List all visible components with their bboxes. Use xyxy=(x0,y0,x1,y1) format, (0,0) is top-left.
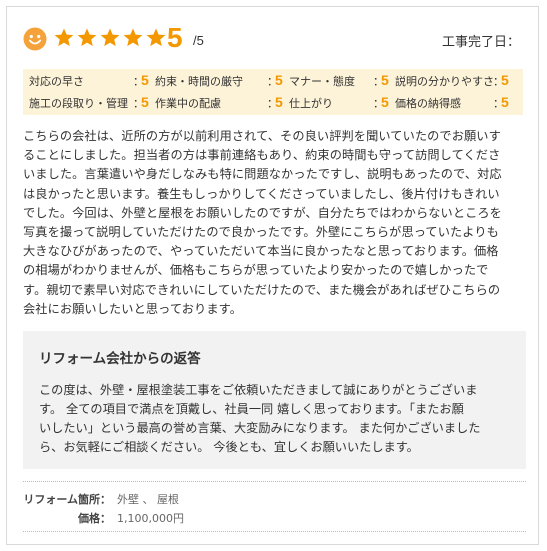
review-text-line: いました。言葉遣いや身だしなみも特に問題なかったですし、説明もあったので、対応 xyxy=(23,167,502,182)
reply-text-line: この度は、外壁・屋根塗装工事をご依頼いただきまして誠にありがとうございま xyxy=(39,383,478,397)
rating-item: 説明の分かりやすさ： 5 xyxy=(395,72,515,90)
category-ratings: 対応の早さ： 5 約束・時間の厳守： 5 マナー・態度： 5 説明の分かりやすさ： 5 施工の段… xyxy=(23,69,523,115)
overall-score-max: /5 xyxy=(193,33,204,48)
rating-item: 価格の納得感 ： 5 xyxy=(395,94,515,112)
rating-item: 対応の早さ ： 5 xyxy=(29,72,155,90)
reply-title: リフォーム会社からの返答 xyxy=(39,351,201,367)
rating-label: 対応の早さ xyxy=(29,75,84,88)
rating-item: 約束・時間の厳守 ： 5 xyxy=(155,72,289,90)
company-reply: リフォーム会社からの返答 この度は、外壁・屋根塗装工事をご依頼いただきまして誠に… xyxy=(23,331,526,469)
completion-date-label: 工事完了日： xyxy=(441,35,520,50)
review-body: こちらの会社は、近所の方が以前利用されて、その良い評判を聞いていたのでお願いする… xyxy=(23,127,526,319)
price-row: 価格： 1,100,000円 xyxy=(23,510,184,526)
rating-item: 施工の段取り・管理 ： 5 xyxy=(29,94,155,112)
rating-label: 施工の段取り・管理 xyxy=(29,97,128,110)
star-icon xyxy=(146,28,166,47)
review-text-line: す。親切で素早い対応できれいにしていただけたので、また機会があればぜひこちらの xyxy=(23,282,501,297)
divider xyxy=(23,531,526,532)
rating-label: 説明の分かりやすさ xyxy=(395,75,493,88)
price-label: 価格： xyxy=(78,512,111,525)
smiley-face-icon xyxy=(23,27,47,51)
rating-colon: ： xyxy=(493,75,504,88)
review-text-line: 写真を撮って説明していただけたので良かったです。外壁にこちらが思っていたよりも xyxy=(23,225,499,240)
rating-item: 仕上がり ： 5 xyxy=(289,94,395,112)
rating-colon: ： xyxy=(493,97,504,110)
rating-value: 5 xyxy=(275,72,283,88)
review-text-line: こちらの会社は、近所の方が以前利用されて、その良い評判を聞いていたのでお願いす xyxy=(23,129,501,143)
price-value: 1,100,000円 xyxy=(117,512,184,525)
review-header: 5 /5 工事完了日： xyxy=(7,7,538,63)
review-text-line: 大きなひびがあったので、やっていただいて本当に良かったなと思っております。価格 xyxy=(23,244,499,259)
overall-score: 5 xyxy=(167,22,183,53)
star-icon xyxy=(100,28,120,47)
rating-colon: ： xyxy=(373,97,384,110)
review-text-line: 会社にお願いしたいと思っております。 xyxy=(23,301,242,316)
rating-colon: ： xyxy=(133,97,144,110)
rating-value: 5 xyxy=(275,94,283,110)
rating-item: 作業中の配慮 ： 5 xyxy=(155,94,289,112)
rating-value: 5 xyxy=(141,72,149,88)
star-icon xyxy=(123,28,143,47)
star-icon xyxy=(77,28,97,47)
review-text-line: でした。今回は、外壁と屋根をお願いしたのですが、自分たちではわからないところを xyxy=(23,205,502,220)
reply-text-line: す。 全ての項目で満点を頂戴し、社員一同 嬉しく思っております。「またお願 xyxy=(39,402,464,416)
rating-value: 5 xyxy=(141,94,149,110)
review-card: 5 /5 工事完了日： 対応の早さ： 5 約束・時間の厳守： 5 マナー・態度： 5 説明の… xyxy=(6,6,539,545)
star-icon xyxy=(54,28,74,47)
rating-colon: ： xyxy=(373,75,384,88)
divider xyxy=(23,481,526,482)
rating-colon: ： xyxy=(267,97,278,110)
rating-value: 5 xyxy=(501,94,509,110)
reply-text-line: いしたい」という最高の誉め言葉、大変励みになります。 また何かございました xyxy=(39,421,481,435)
star-rating xyxy=(53,27,167,49)
rating-label: 約束・時間の厳守 xyxy=(155,75,243,88)
rating-label: 仕上がり xyxy=(289,97,333,110)
review-text-line: は良かったと思います。養生もしっかりしてくださっていましたし、後片付けもきれい xyxy=(23,186,500,201)
rating-colon: ： xyxy=(133,75,144,88)
review-text-line: の相場がわかりませんが、価格もこちらが思っていたより安かったので嬉しかったで xyxy=(23,263,489,278)
rating-item: マナー・態度 ： 5 xyxy=(289,72,395,90)
reply-text-line: ら、お気軽にご相談ください。 今後とも、宜しくお願いいたします。 xyxy=(39,440,419,454)
rating-colon: ： xyxy=(267,75,278,88)
reform-location-row: リフォーム箇所： 外壁 、 屋根 xyxy=(23,491,179,507)
rating-label: 作業中の配慮 xyxy=(155,97,221,110)
review-text-line: ることにしました。担当者の方は事前連絡もあり、約束の時間も守って訪問してくださ xyxy=(23,148,501,163)
rating-value: 5 xyxy=(381,72,389,88)
rating-value: 5 xyxy=(501,72,509,88)
rating-value: 5 xyxy=(381,94,389,110)
rating-label: 価格の納得感 xyxy=(395,97,461,110)
rating-label: マナー・態度 xyxy=(289,75,355,88)
reply-body: この度は、外壁・屋根塗装工事をご依頼いただきまして誠にありがとうございま す。 全… xyxy=(39,381,510,457)
reform-location-label: リフォーム箇所： xyxy=(23,493,111,506)
reform-location-value: 外壁 、 屋根 xyxy=(117,493,179,506)
